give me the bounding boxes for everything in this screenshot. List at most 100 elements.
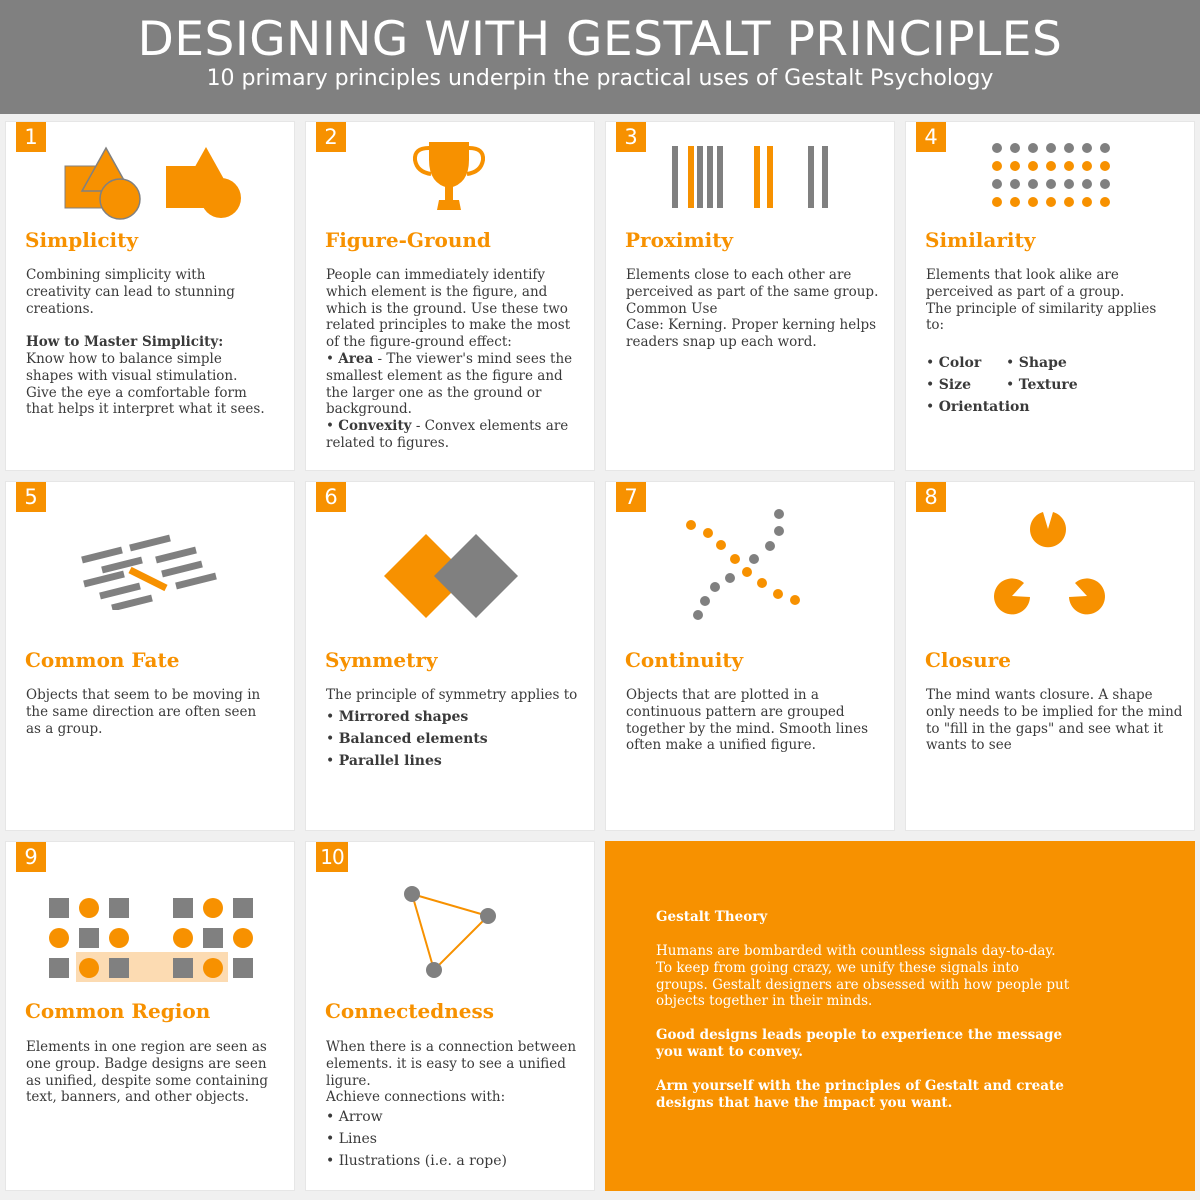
body-line: text, banners, and other objects. [26, 1089, 249, 1106]
body-line: Objects that are plotted in a [626, 687, 819, 703]
body-line: often make a unified figure. [626, 737, 816, 754]
body-line: wants to see [926, 737, 1012, 754]
body-line: readers snap up each word. [626, 334, 817, 351]
body-line: as a group. [26, 720, 103, 737]
body-line: Common Use [626, 300, 718, 317]
body-line: one group. Badge designs are seen [26, 1055, 267, 1072]
body-line: the same direction are often seen [26, 703, 257, 720]
body-line: - Convex elements are [411, 418, 569, 435]
card-title: Connectedness [325, 999, 494, 1023]
body-subhead: How to Master Simplicity: [26, 334, 224, 351]
page-title: DESIGNING WITH GESTALT PRINCIPLES [137, 12, 1063, 67]
summary-line: To keep from going crazy, we unify these… [656, 959, 1019, 976]
card-body: Objects that seem to be moving in the sa… [26, 687, 281, 737]
pacman-triangle-icon [994, 512, 1105, 615]
body-line: Achieve connections with: [326, 1089, 506, 1106]
body-line: The principle of symmetry applies to [326, 687, 578, 703]
bullet-item: Lines [326, 1128, 507, 1150]
card-body: When there is a connection between eleme… [326, 1039, 581, 1106]
card-title: Simplicity [25, 228, 139, 252]
symmetry-bullets: Mirrored shapes Balanced elements Parall… [326, 706, 488, 772]
body-line: perceived as part of a group. [926, 283, 1125, 300]
body-line: shapes with visual stimulation. [26, 367, 238, 384]
bullet-item: Parallel lines [326, 750, 488, 772]
card-title: Closure [925, 648, 1011, 672]
card-number: 10 [316, 842, 348, 872]
card-body: Objects that are plotted in a continuous… [626, 687, 881, 754]
card-connectedness: 10 Connectedness When there is a connect… [305, 841, 595, 1191]
card-title: Proximity [625, 228, 734, 252]
bullet-item: Texture [1006, 374, 1078, 396]
card-body: Elements in one region are seen as one g… [26, 1039, 281, 1106]
body-line: elements. it is easy to see a unified [326, 1055, 566, 1072]
card-common-region: 9 Common Region Elements in one region a… [5, 841, 295, 1191]
body-line: perceived as part of the same group. [626, 283, 879, 300]
summary-line: Arm yourself with the principles of Gest… [656, 1077, 1064, 1094]
moving-lines-icon [81, 534, 217, 610]
card-number: 1 [16, 122, 46, 152]
body-line: background. [326, 401, 412, 418]
summary-line: objects together in their minds. [656, 993, 873, 1010]
card-figure-ground: 2 Figure-Ground People can immediately i… [305, 121, 595, 471]
summary-heading: Gestalt Theory [656, 909, 768, 925]
card-title: Symmetry [325, 648, 438, 672]
similarity-bullets-right: Shape Texture [1006, 352, 1078, 396]
body-line: together by the mind. Smooth lines [626, 720, 868, 737]
bullet-item: Ilustrations (i.e. a rope) [326, 1150, 507, 1172]
card-similarity: 4 Similarity Elements that look alike ar… [905, 121, 1195, 471]
body-line: Objects that seem to be moving in [26, 687, 261, 703]
trophy-icon [412, 142, 486, 210]
card-body: Elements that look alike are perceived a… [926, 267, 1181, 334]
card-number: 9 [16, 842, 46, 872]
bullet-item: Orientation [926, 396, 1030, 418]
body-line: - The viewer's mind sees the [373, 350, 573, 367]
body-line: creativity can lead to stunning [26, 283, 235, 300]
card-simplicity: 1 Simplicity Combining simplicity with c… [5, 121, 295, 471]
body-line: Know how to balance simple [26, 350, 222, 367]
card-number: 6 [316, 482, 346, 512]
body-line: Combining simplicity with [26, 267, 206, 283]
body-line: which is the ground. Use these two [326, 300, 568, 317]
body-line: Elements that look alike are [926, 267, 1119, 283]
card-symmetry: 6 Symmetry The principle of symmetry app… [305, 481, 595, 831]
bullet-item: Shape [1006, 352, 1078, 374]
summary-line: groups. Gestalt designers are obsessed w… [656, 976, 1070, 993]
summary-body: Gestalt Theory Humans are bombarded with… [656, 909, 1076, 1112]
card-number: 5 [16, 482, 46, 512]
page-subtitle: 10 primary principles underpin the pract… [206, 66, 994, 91]
summary-line: you want to convey. [656, 1044, 803, 1061]
card-common-fate: 5 Common Fate Objects that seem to be mo… [5, 481, 295, 831]
card-proximity: 3 Proximity Elements close to each other… [605, 121, 895, 471]
summary-line: designs that have the impact you want. [656, 1094, 953, 1111]
bullet-item: Arrow [326, 1106, 507, 1128]
body-line: to: [926, 317, 945, 334]
body-line: of the figure-ground effect: [326, 334, 512, 351]
body-line: Elements close to each other are [626, 267, 852, 283]
simplicity-icon [64, 146, 241, 220]
body-line: that helps it interpret what it sees. [26, 401, 265, 418]
body-line: to "fill in the gaps" and see what it [926, 720, 1164, 737]
connected-nodes-icon [404, 886, 496, 978]
card-number: 8 [916, 482, 946, 512]
bullet-item: Mirrored shapes [326, 706, 488, 728]
body-line: related principles to make the most [326, 317, 571, 334]
body-line: People can immediately identify [326, 267, 546, 283]
card-number: 4 [916, 122, 946, 152]
card-number: 2 [316, 122, 346, 152]
body-line: creations. [26, 300, 94, 317]
body-line: only needs to be implied for the mind [926, 703, 1183, 720]
card-body: People can immediately identify which el… [326, 267, 581, 452]
body-line: Give the eye a comfortable form [26, 384, 247, 401]
convexity-label: Convexity [338, 418, 412, 435]
card-body: The principle of symmetry applies to [326, 687, 581, 704]
card-closure: 8 Closure The mind wants closure. A shap… [905, 481, 1195, 831]
body-line: which element is the figure, and [326, 283, 548, 300]
card-body: Combining simplicity with creativity can… [26, 267, 281, 418]
summary-line: Good designs leads people to experience … [656, 1027, 1063, 1044]
region-grid-icon [49, 898, 253, 982]
body-line: The principle of similarity applies [926, 300, 1157, 317]
header-banner: DESIGNING WITH GESTALT PRINCIPLES 10 pri… [0, 0, 1200, 114]
body-line: related to figures. [326, 434, 450, 451]
body-line: The mind wants closure. A shape [926, 687, 1153, 703]
card-title: Similarity [925, 228, 1036, 252]
